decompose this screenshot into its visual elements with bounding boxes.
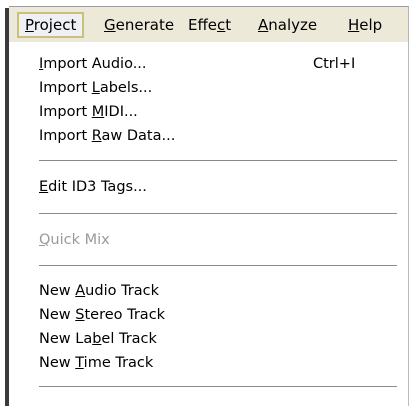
menu-project-mnemonic: P (25, 16, 34, 34)
menu-separator (39, 265, 397, 267)
menu-item-label-post: tereo Track (84, 307, 166, 323)
menu-separator (39, 386, 397, 388)
menu-item-label-post: abels... (99, 80, 153, 96)
menu-generate[interactable]: Generate (98, 12, 180, 38)
menu-item-new-audio-track[interactable]: New Audio Track (39, 279, 159, 303)
menu-item-label-post: IDI... (104, 104, 138, 120)
menu-item-label-post: udio Track (85, 283, 160, 299)
menu-item-label-post: mport Audio... (43, 56, 147, 72)
menu-separator (39, 160, 397, 162)
menu-effect-label-pre: Effe (188, 16, 218, 34)
menu-project[interactable]: Project (17, 12, 85, 38)
menu-generate-label-post: enerate (115, 16, 175, 34)
menu-item-label-pre: Import (39, 128, 92, 144)
menu-item-edit-id3-tags[interactable]: Edit ID3 Tags... (39, 175, 147, 199)
menu-item-label-pre: New (39, 355, 76, 371)
menu-item-label-post: aw Data... (101, 128, 176, 144)
menu-project-label-post: roject (33, 16, 77, 34)
menu-analyze-mnemonic: A (258, 16, 269, 34)
app-window: Project Generate Effect Analyze Help Imp… (0, 0, 417, 406)
menu-item-label-post: ime Track (83, 355, 154, 371)
project-dropdown-menu: Import Audio... Ctrl+I Import Labels... … (9, 42, 409, 406)
menu-item-label-pre: New (39, 283, 76, 299)
shortcut-import-audio: Ctrl+I (313, 56, 356, 72)
menu-item-mnemonic: M (91, 104, 105, 120)
menu-separator (39, 213, 397, 215)
menu-item-mnemonic: E (39, 179, 49, 195)
menu-item-import-audio[interactable]: Import Audio... (39, 52, 147, 76)
menu-help-mnemonic: H (348, 16, 360, 34)
menu-item-label-post: el Track (101, 331, 157, 347)
menu-item-label-pre: New La (39, 331, 93, 347)
menu-item-new-time-track[interactable]: New Time Track (39, 351, 153, 375)
menu-item-mnemonic: L (91, 80, 100, 96)
menu-item-new-label-track[interactable]: New Label Track (39, 327, 157, 351)
menu-item-mnemonic: T (75, 355, 84, 371)
menu-item-import-midi[interactable]: Import MIDI... (39, 100, 138, 124)
menu-item-label-pre: New (39, 307, 76, 323)
menu-help[interactable]: Help (342, 12, 388, 38)
menu-help-label-post: elp (359, 16, 383, 34)
menu-generate-mnemonic: G (104, 16, 116, 34)
menu-item-import-labels[interactable]: Import Labels... (39, 76, 152, 100)
menu-item-quick-mix: Quick Mix (39, 228, 110, 252)
menu-item-label-pre: Import (39, 80, 92, 96)
menu-item-mnemonic: Q (39, 232, 51, 248)
menu-item-import-raw-data[interactable]: Import Raw Data... (39, 124, 175, 148)
menu-item-mnemonic: R (91, 128, 102, 144)
menu-analyze-label-post: nalyze (268, 16, 318, 34)
menu-analyze[interactable]: Analyze (252, 12, 323, 38)
menu-effect-label-post: t (225, 16, 232, 34)
menubar: Project Generate Effect Analyze Help (9, 6, 409, 42)
menu-effect[interactable]: Effect (182, 12, 237, 38)
menu-item-label-post: uick Mix (50, 232, 110, 248)
menu-item-label-pre: Import (39, 104, 92, 120)
menu-item-label-post: dit ID3 Tags... (48, 179, 147, 195)
menu-item-mnemonic: A (75, 283, 86, 299)
menu-item-new-stereo-track[interactable]: New Stereo Track (39, 303, 165, 327)
